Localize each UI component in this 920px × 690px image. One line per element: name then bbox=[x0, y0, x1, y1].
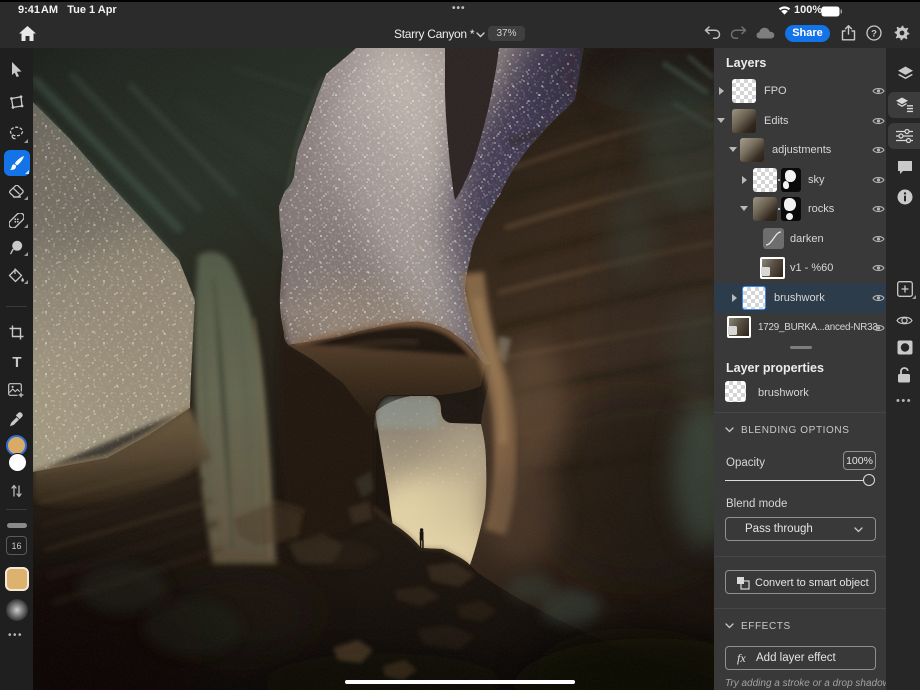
svg-text:?: ? bbox=[871, 28, 877, 39]
